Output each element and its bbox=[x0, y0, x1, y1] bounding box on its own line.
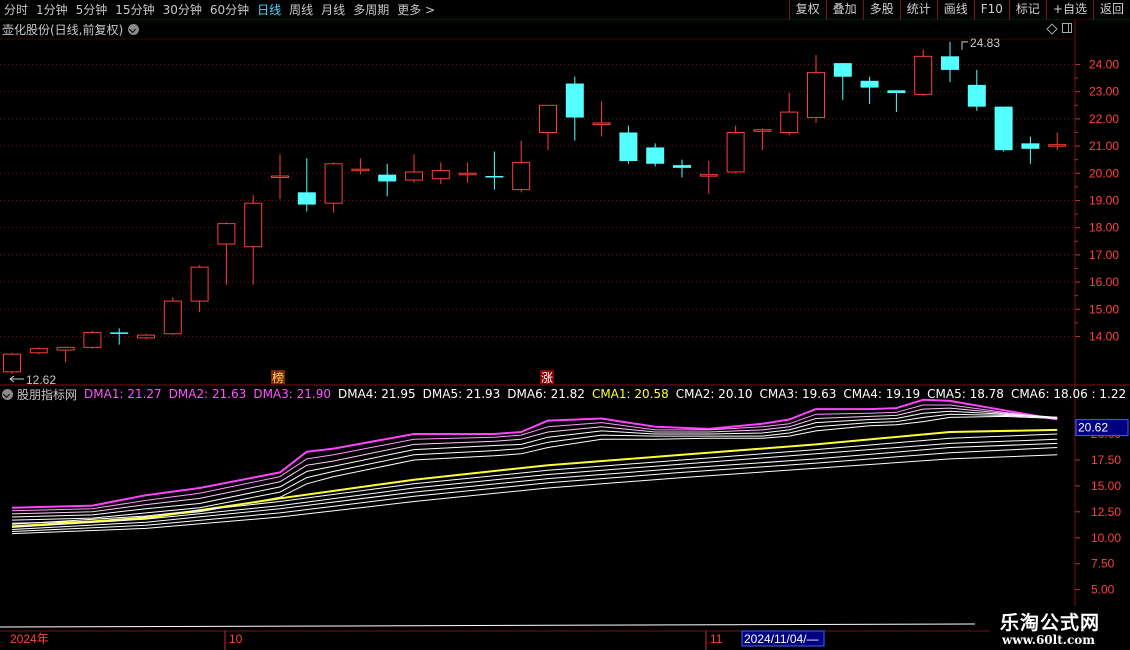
candle-body-up bbox=[244, 202, 263, 248]
indicator-value-1: DMA2: 21.63 bbox=[168, 387, 247, 401]
candle-body-down bbox=[110, 332, 129, 334]
indicator-line-5 bbox=[11, 415, 1058, 524]
price-tick-label: 22.00 bbox=[1089, 112, 1119, 126]
candle-body-down bbox=[833, 63, 852, 77]
chevron-down-icon[interactable] bbox=[2, 388, 13, 400]
watermark-title: 乐淘公式网 bbox=[1000, 612, 1101, 634]
indicator-header: 股朋指标网 DMA1: 21.27 DMA2: 21.63 DMA3: 21.90 D… bbox=[2, 386, 1130, 402]
candle-body-up bbox=[592, 122, 611, 125]
price-tick-label: 17.00 bbox=[1089, 248, 1119, 262]
cursor-date-label: 2024/11/04/— bbox=[744, 632, 819, 646]
candle-body-up bbox=[271, 175, 289, 178]
indicator-tick-label: 12.50 bbox=[1091, 505, 1121, 519]
indicator-value-10: CMA5: 18.78 bbox=[927, 387, 1004, 401]
candle-body-down bbox=[673, 165, 691, 168]
date-label-year: 2024年 bbox=[10, 632, 49, 646]
date-label-month-11: 11 bbox=[710, 632, 723, 646]
high-label: 24.83 bbox=[970, 36, 1000, 50]
indicator-value-3: DMA4: 21.95 bbox=[337, 387, 416, 401]
indicator-value-4: DMA5: 21.93 bbox=[422, 387, 501, 401]
price-tick-label: 20.00 bbox=[1089, 166, 1119, 180]
indicator-value-2: DMA3: 21.90 bbox=[253, 387, 331, 401]
candle-body-down bbox=[1021, 143, 1040, 149]
price-tick-label: 18.00 bbox=[1089, 221, 1119, 235]
candle-body-up bbox=[780, 111, 799, 133]
candle-body-up bbox=[163, 300, 182, 335]
indicator-tick-label: 15.00 bbox=[1091, 479, 1121, 493]
candle-body-up bbox=[512, 161, 531, 191]
price-tick-label: 24.00 bbox=[1089, 57, 1119, 71]
date-label-month-10: 10 bbox=[229, 632, 243, 646]
kline-chart[interactable]: 14.00 15.00 16.00 17.00 18.00 19.00 20.00 21.00… bbox=[0, 0, 1130, 650]
candle-body-down bbox=[967, 84, 986, 107]
candle-body-up bbox=[1048, 144, 1067, 147]
candle-body-down bbox=[941, 56, 959, 70]
candle-body-up bbox=[753, 129, 772, 132]
candle-body-up bbox=[83, 331, 102, 348]
indicator-line-0 bbox=[11, 398, 1058, 509]
marker-bang: 榜 bbox=[272, 370, 284, 385]
candle-body-up bbox=[699, 174, 718, 177]
candle-body-up bbox=[458, 172, 477, 176]
candle-body-up bbox=[539, 104, 557, 133]
price-tick-label: 19.00 bbox=[1089, 193, 1119, 207]
candle-body-down bbox=[485, 176, 504, 178]
price-tick-label: 21.00 bbox=[1089, 139, 1119, 153]
candle-body-up bbox=[3, 353, 21, 373]
candle-body-up bbox=[137, 334, 155, 339]
indicator-name: 股朋指标网 bbox=[17, 387, 78, 402]
indicator-tick-label: 5.00 bbox=[1091, 583, 1115, 597]
candle-body-down bbox=[860, 80, 879, 88]
marker-zhang: 涨 bbox=[541, 370, 553, 385]
indicator-value-11: CMA6: 18.06 : 1.22 bbox=[1010, 387, 1127, 401]
indicator-tick-label: 10.00 bbox=[1091, 531, 1121, 545]
indicator-value-0: DMA1: 21.27 bbox=[84, 387, 162, 401]
price-tick-label: 15.00 bbox=[1089, 302, 1119, 316]
price-tick-label: 23.00 bbox=[1089, 85, 1119, 99]
candle-body-up bbox=[914, 55, 933, 95]
indicator-value-6: CMA1: 20.58 bbox=[591, 387, 669, 401]
indicator-line-6 bbox=[11, 428, 1058, 528]
candle-body-down bbox=[619, 132, 638, 162]
candle-body-down bbox=[887, 90, 906, 94]
candle-body-down bbox=[994, 106, 1013, 151]
candle-body-up bbox=[324, 163, 343, 204]
candle-body-down bbox=[565, 83, 584, 118]
indicator-value-5: DMA6: 21.82 bbox=[507, 387, 585, 401]
candle-body-down bbox=[378, 174, 397, 182]
candle-body-up bbox=[217, 223, 236, 245]
candle-body-up bbox=[726, 131, 745, 173]
candle-body-up bbox=[807, 72, 825, 119]
candle-body-up bbox=[405, 171, 423, 181]
candle-body-up bbox=[56, 346, 75, 351]
current-value-label: 20.62 bbox=[1078, 421, 1108, 435]
watermark-url: www.60lt.com bbox=[1002, 633, 1095, 647]
candle-body-down bbox=[297, 192, 316, 205]
indicator-value-8: CMA3: 19.63 bbox=[759, 387, 837, 401]
volume-baseline bbox=[0, 623, 976, 628]
candle-body-up bbox=[190, 266, 209, 302]
high-arrow-icon bbox=[961, 41, 968, 50]
indicator-tick-label: 17.50 bbox=[1091, 453, 1121, 467]
candle-body-up bbox=[431, 170, 450, 180]
indicator-value-7: CMA2: 20.10 bbox=[675, 387, 753, 401]
candle-body-up bbox=[29, 348, 48, 354]
price-tick-label: 16.00 bbox=[1089, 275, 1119, 289]
indicator-tick-label: 7.50 bbox=[1091, 557, 1115, 571]
low-arrow-icon bbox=[9, 375, 24, 383]
price-tick-label: 14.00 bbox=[1089, 329, 1119, 343]
candle-body-up bbox=[351, 168, 370, 172]
candle-body-down bbox=[646, 147, 665, 164]
indicator-value-9: CMA4: 19.19 bbox=[843, 387, 921, 401]
